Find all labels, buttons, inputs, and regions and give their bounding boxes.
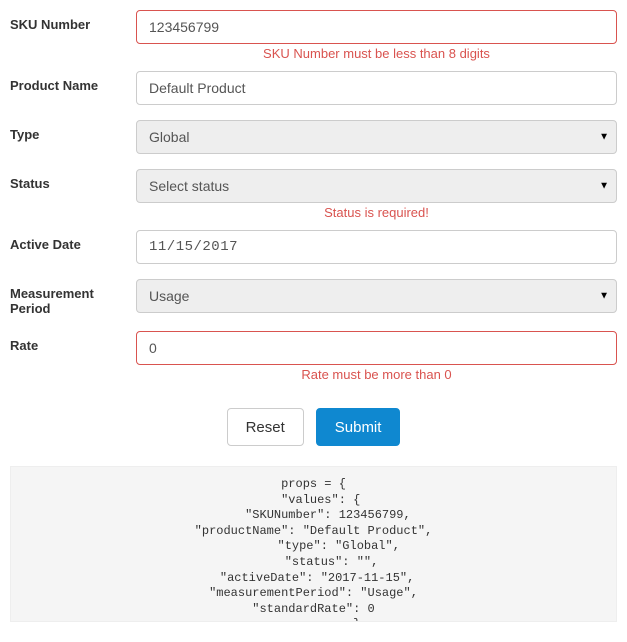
sku-label: SKU Number [10, 10, 136, 32]
status-label: Status [10, 169, 136, 191]
type-label: Type [10, 120, 136, 142]
rate-label: Rate [10, 331, 136, 353]
active-date-row: Active Date [10, 230, 617, 264]
active-date-input[interactable] [136, 230, 617, 264]
sku-row: SKU Number [10, 10, 617, 44]
rate-input[interactable] [136, 331, 617, 365]
measurement-period-select-wrap: Usage ▼ [136, 279, 617, 313]
status-select[interactable]: Select status [136, 169, 617, 203]
sku-error: SKU Number must be less than 8 digits [136, 46, 617, 61]
sku-error-row: SKU Number must be less than 8 digits [10, 46, 617, 61]
measurement-period-row: Measurement Period Usage ▼ [10, 279, 617, 316]
active-date-label: Active Date [10, 230, 136, 252]
measurement-period-select[interactable]: Usage [136, 279, 617, 313]
rate-input-wrap [136, 331, 617, 365]
product-name-row: Product Name [10, 71, 617, 105]
status-select-wrap: Select status ▼ [136, 169, 617, 203]
active-date-input-wrap [136, 230, 617, 264]
product-name-input[interactable] [136, 71, 617, 105]
status-error: Status is required! [136, 205, 617, 220]
product-name-label: Product Name [10, 71, 136, 93]
reset-button[interactable]: Reset [227, 408, 304, 446]
rate-error: Rate must be more than 0 [136, 367, 617, 382]
product-name-input-wrap [136, 71, 617, 105]
rate-row: Rate [10, 331, 617, 365]
type-select-wrap: Global ▼ [136, 120, 617, 154]
status-row: Status Select status ▼ [10, 169, 617, 203]
button-row: Reset Submit [10, 408, 617, 446]
debug-props: props = { "values": { "SKUNumber": 12345… [10, 466, 617, 622]
measurement-period-label: Measurement Period [10, 279, 136, 316]
sku-input[interactable] [136, 10, 617, 44]
rate-error-row: Rate must be more than 0 [10, 367, 617, 382]
sku-input-wrap [136, 10, 617, 44]
type-select[interactable]: Global [136, 120, 617, 154]
status-error-row: Status is required! [10, 205, 617, 220]
submit-button[interactable]: Submit [316, 408, 401, 446]
type-row: Type Global ▼ [10, 120, 617, 154]
